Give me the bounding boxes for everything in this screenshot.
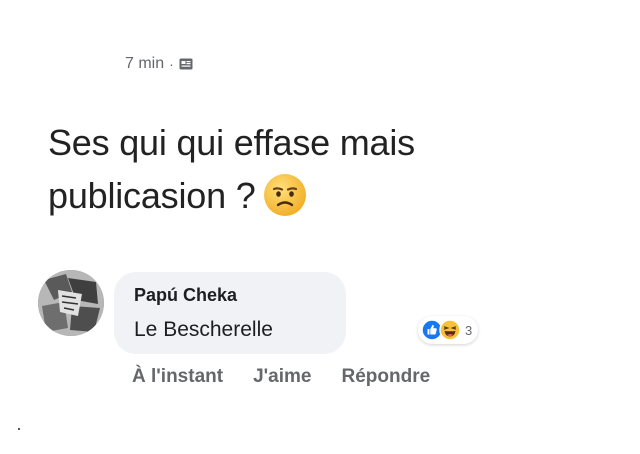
post-message: Ses qui qui effase mais publicasion ? bbox=[48, 122, 415, 216]
comment-author[interactable]: Papú Cheka bbox=[134, 285, 237, 306]
post-timestamp[interactable]: 7 min bbox=[125, 55, 164, 73]
haha-reaction-icon bbox=[439, 319, 461, 341]
meta-separator: · bbox=[169, 56, 174, 72]
post-meta: 7 min · bbox=[125, 52, 193, 76]
comment-bubble: Papú Cheka Le Bescherelle 3 bbox=[114, 272, 479, 354]
like-button[interactable]: J'aime bbox=[253, 366, 311, 388]
avatar[interactable] bbox=[38, 270, 104, 336]
post-text: Ses qui qui effase mais publicasion ? bbox=[48, 116, 528, 222]
reaction-count: 3 bbox=[465, 322, 473, 338]
stray-dot bbox=[18, 428, 20, 430]
comment-text: Le Bescherelle bbox=[134, 318, 273, 341]
reaction-summary[interactable]: 3 bbox=[418, 316, 479, 344]
audience-icon[interactable] bbox=[179, 57, 193, 71]
comment-time-link[interactable]: À l'instant bbox=[132, 366, 223, 388]
reply-button[interactable]: Répondre bbox=[341, 366, 430, 388]
frowning-face-emoji-icon bbox=[262, 172, 308, 218]
comment-actions: À l'instant J'aime Répondre bbox=[132, 366, 430, 388]
